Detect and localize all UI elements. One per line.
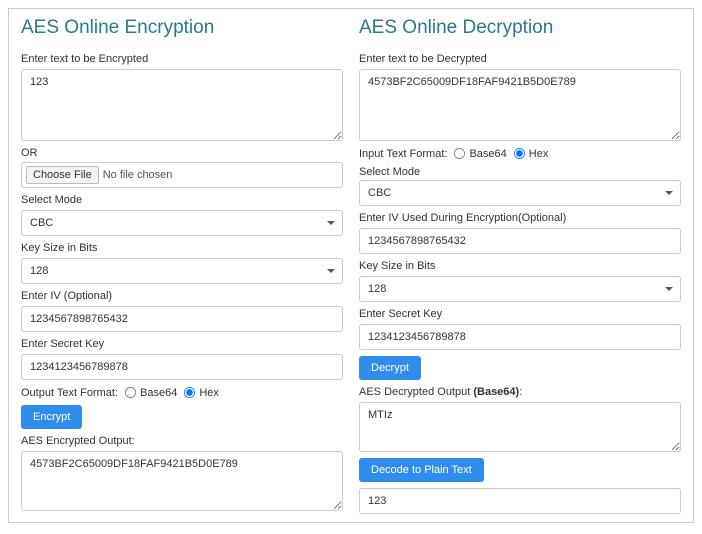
dec-input-label: Enter text to be Decrypted [359, 53, 681, 65]
dec-mode-label: Select Mode [359, 166, 681, 178]
dec-hex-radio[interactable] [514, 148, 525, 159]
enc-mode-select[interactable]: CBC [21, 210, 343, 236]
dec-iv-label: Enter IV Used During Encryption(Optional… [359, 212, 681, 224]
dec-secret-input[interactable] [359, 324, 681, 350]
choose-file-button[interactable]: Choose File [26, 166, 99, 184]
enc-mode-label: Select Mode [21, 194, 343, 206]
enc-output-format-row: Output Text Format: Base64 Hex [21, 386, 343, 399]
enc-secret-label: Enter Secret Key [21, 338, 343, 350]
dec-mode-select[interactable]: CBC [359, 180, 681, 206]
dec-output-label-bold: (Base64) [473, 386, 519, 398]
enc-base64-label: Base64 [140, 387, 177, 399]
decryption-panel: AES Online Decryption Enter text to be D… [359, 17, 681, 514]
dec-keysize-select[interactable]: 128 [359, 276, 681, 302]
or-label: OR [21, 147, 343, 159]
dec-secret-label: Enter Secret Key [359, 308, 681, 320]
dec-input-format-row: Input Text Format: Base64 Hex [359, 147, 681, 160]
enc-input-textarea[interactable]: 123 [21, 69, 343, 141]
dec-output-textarea[interactable]: MTIz [359, 402, 681, 452]
dec-plain-output[interactable] [359, 488, 681, 514]
dec-base64-label: Base64 [469, 148, 506, 160]
enc-output-label: AES Encrypted Output: [21, 435, 343, 447]
enc-input-label: Enter text to be Encrypted [21, 53, 343, 65]
dec-output-label-suffix: : [519, 386, 522, 398]
enc-base64-radio[interactable] [125, 387, 136, 398]
enc-output-format-label: Output Text Format: [21, 387, 118, 399]
enc-keysize-label: Key Size in Bits [21, 242, 343, 254]
no-file-text: No file chosen [103, 169, 173, 181]
dec-output-label: AES Decrypted Output (Base64): [359, 386, 681, 398]
dec-keysize-label: Key Size in Bits [359, 260, 681, 272]
dec-iv-input[interactable] [359, 228, 681, 254]
dec-input-format-label: Input Text Format: [359, 148, 447, 160]
enc-hex-radio[interactable] [184, 387, 195, 398]
encryption-panel: AES Online Encryption Enter text to be E… [21, 17, 343, 514]
encryption-title: AES Online Encryption [21, 17, 343, 39]
decrypt-button[interactable]: Decrypt [359, 356, 421, 380]
enc-secret-input[interactable] [21, 354, 343, 380]
enc-iv-label: Enter IV (Optional) [21, 290, 343, 302]
decryption-title: AES Online Decryption [359, 17, 681, 39]
dec-output-label-prefix: AES Decrypted Output [359, 386, 473, 398]
enc-output-textarea[interactable]: 4573BF2C65009DF18FAF9421B5D0E789 [21, 451, 343, 511]
dec-hex-label: Hex [529, 148, 549, 160]
enc-keysize-select[interactable]: 128 [21, 258, 343, 284]
file-input[interactable]: Choose File No file chosen [21, 162, 343, 188]
enc-iv-input[interactable] [21, 306, 343, 332]
encrypt-button[interactable]: Encrypt [21, 405, 82, 429]
decode-button[interactable]: Decode to Plain Text [359, 458, 484, 482]
dec-base64-radio[interactable] [454, 148, 465, 159]
enc-hex-label: Hex [199, 387, 219, 399]
main-container: AES Online Encryption Enter text to be E… [8, 8, 694, 523]
dec-input-textarea[interactable]: 4573BF2C65009DF18FAF9421B5D0E789 [359, 69, 681, 141]
